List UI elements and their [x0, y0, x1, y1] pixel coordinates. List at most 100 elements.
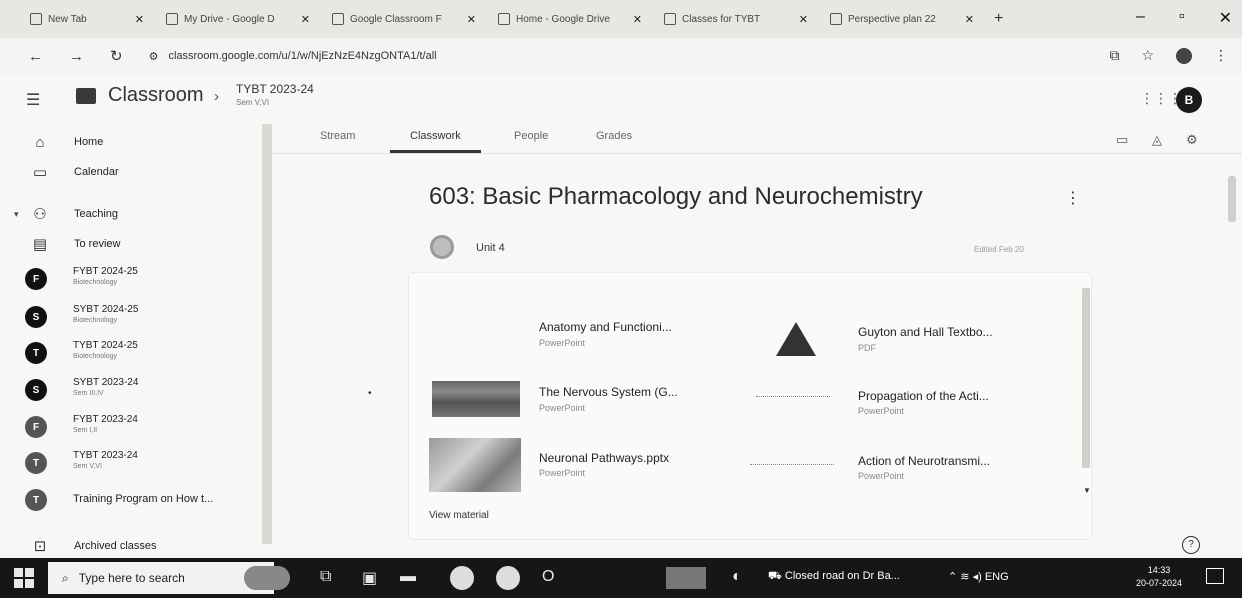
browser-tab[interactable]: Perspective plan 22 ✕ [822, 5, 982, 33]
forward-icon[interactable]: → [69, 48, 84, 65]
bookmark-star-icon[interactable]: ☆ [1141, 47, 1154, 64]
view-material-link[interactable]: View material [429, 510, 489, 521]
material-card-title[interactable]: Propagation of the Acti... [858, 389, 989, 403]
reload-icon[interactable]: ↻ [110, 47, 123, 65]
calendar-icon[interactable]: ▭ [1116, 132, 1128, 148]
close-icon[interactable]: ✕ [301, 13, 310, 26]
close-icon[interactable]: ✕ [799, 13, 808, 26]
sidebar-item-archived[interactable]: ⊡ Archived classes [0, 536, 262, 556]
sidebar-item-label: Home [74, 136, 104, 148]
weather-icon[interactable]: ◐ [732, 568, 742, 586]
sidebar-scrollbar[interactable] [262, 124, 272, 544]
review-folder-icon: ▤ [32, 236, 48, 253]
class-title[interactable]: TYBT 2023-24 [236, 82, 314, 96]
tab-grades[interactable]: Grades [596, 130, 632, 142]
material-card-title[interactable]: Action of Neurotransmi... [858, 454, 990, 468]
sidebar-item-calendar[interactable]: ▭ Calendar [0, 162, 262, 182]
material-icon [430, 235, 454, 259]
material-card-type: PowerPoint [539, 468, 586, 478]
tab-stream[interactable]: Stream [320, 130, 355, 142]
class-name: TYBT 2023-24 [73, 450, 138, 461]
tab-classwork[interactable]: Classwork [390, 130, 481, 153]
close-icon[interactable]: ✕ [135, 13, 144, 26]
close-icon[interactable]: ✕ [467, 13, 476, 26]
restore-icon[interactable]: ▫ [1179, 8, 1185, 28]
sidebar-class-item[interactable]: F FYBT 2023-24 Sem I,II [0, 414, 262, 440]
classroom-icon [332, 13, 344, 25]
sidebar-item-to-review[interactable]: ▤ To review [0, 234, 262, 254]
cortana-icon[interactable] [244, 566, 290, 590]
sidebar-item-teaching[interactable]: ▾ ⚇ Teaching [0, 204, 262, 224]
drive-folder-icon[interactable]: ◬ [1152, 132, 1162, 148]
sidebar-class-item[interactable]: T TYBT 2024-25 Biotechnology [0, 340, 262, 366]
menu-kebab-icon[interactable]: ⋮ [1214, 47, 1228, 64]
back-icon[interactable]: ← [28, 48, 43, 65]
avatar[interactable]: B [1176, 87, 1202, 113]
topic-menu-icon[interactable]: ⋮ [1065, 188, 1081, 208]
close-window-icon[interactable]: ✕ [1219, 8, 1232, 28]
news-ticker[interactable]: ⛟ Closed road on Dr Ba... [768, 570, 900, 584]
class-section: Biotechnology [73, 353, 117, 360]
page-scrollbar[interactable] [1228, 176, 1236, 222]
class-name: SYBT 2023-24 [73, 377, 139, 388]
opera-icon[interactable]: O [542, 568, 554, 586]
taskbar-search[interactable]: ⌕ Type here to search [48, 562, 274, 594]
sidebar-class-item[interactable]: S SYBT 2023-24 Sem III,IV [0, 377, 262, 403]
main-menu-icon[interactable]: ☰ [26, 90, 40, 110]
new-tab-button[interactable]: + [994, 10, 1003, 28]
url-field[interactable]: ⚙ classroom.google.com/u/1/w/NjEzNzE4Nzg… [149, 50, 437, 63]
volume-icon[interactable]: ◂) [973, 571, 982, 583]
tab-title: Home - Google Drive [516, 13, 610, 25]
app-icon[interactable]: ▣ [362, 568, 377, 588]
system-tray[interactable]: ⌃ ≋ ◂) ENG [948, 570, 1009, 583]
taskbar: ⌕ Type here to search ⧉ ▣ ▬ O ◐ ⛟ Closed… [0, 558, 1242, 598]
cast-icon[interactable]: ⧉ [1109, 47, 1119, 64]
browser-tab[interactable]: New Tab ✕ [22, 5, 152, 33]
task-view-icon[interactable]: ⧉ [320, 568, 331, 586]
site-info-icon[interactable]: ⚙ [149, 50, 159, 63]
material-card-title[interactable]: Anatomy and Functioni... [539, 320, 672, 334]
chevron-up-icon[interactable]: ⌃ [948, 571, 957, 583]
materials-scrollbar[interactable] [1082, 288, 1090, 468]
windows-start-icon[interactable] [14, 568, 34, 588]
settings-icon[interactable]: ⚙ [1186, 132, 1198, 148]
classroom-logo-icon[interactable] [76, 88, 96, 104]
sidebar-class-item[interactable]: T Training Program on How t... [0, 488, 262, 512]
profile-icon[interactable] [1176, 47, 1192, 64]
close-icon[interactable]: ✕ [965, 13, 974, 26]
close-icon[interactable]: ✕ [633, 13, 642, 26]
language-indicator[interactable]: ENG [985, 571, 1009, 583]
sidebar-item-label: Archived classes [74, 540, 157, 552]
window-controls: – ▫ ✕ [1136, 8, 1232, 28]
clock[interactable]: 14:33 20-07-2024 [1136, 564, 1182, 590]
sidebar-class-item[interactable]: F FYBT 2024-25 Biotechnology [0, 266, 262, 292]
file-explorer-icon[interactable]: ▬ [400, 568, 416, 586]
edge-icon[interactable] [496, 566, 520, 590]
notifications-icon[interactable] [1206, 568, 1224, 584]
class-avatar: F [25, 268, 47, 290]
help-icon[interactable]: ? [1182, 536, 1200, 554]
minimize-icon[interactable]: – [1136, 8, 1145, 28]
browser-tab[interactable]: Classes for TYBT ✕ [656, 5, 816, 33]
url-text[interactable]: classroom.google.com/u/1/w/NjEzNzE4NzgON… [168, 50, 436, 62]
wifi-icon[interactable]: ≋ [960, 571, 969, 583]
sidebar-class-item[interactable]: T TYBT 2023-24 Sem V,VI [0, 450, 262, 476]
archive-icon: ⊡ [33, 538, 47, 555]
brand-name[interactable]: Classroom [108, 84, 204, 107]
browser-tab[interactable]: My Drive - Google D ✕ [158, 5, 318, 33]
browser-tab[interactable]: Home - Google Drive ✕ [490, 5, 650, 33]
clock-time: 14:33 [1147, 565, 1171, 575]
sidebar-class-item[interactable]: S SYBT 2024-25 Biotechnology [0, 304, 262, 330]
browser-tab[interactable]: Google Classroom F ✕ [324, 5, 484, 33]
class-avatar: T [25, 489, 47, 511]
material-card-title[interactable]: The Nervous System (G... [539, 385, 678, 399]
expand-caret-icon[interactable]: ▾ [14, 209, 19, 220]
material-card-title[interactable]: Guyton and Hall Textbo... [858, 325, 993, 339]
tab-people[interactable]: People [514, 130, 548, 142]
material-title[interactable]: Unit 4 [476, 242, 505, 254]
running-app-icon[interactable] [666, 567, 706, 589]
scroll-down-icon[interactable]: ▼ [1083, 486, 1091, 495]
chrome-icon[interactable] [450, 566, 474, 590]
material-card-title[interactable]: Neuronal Pathways.pptx [539, 451, 669, 465]
sidebar-item-home[interactable]: ⌂ Home [0, 132, 262, 152]
